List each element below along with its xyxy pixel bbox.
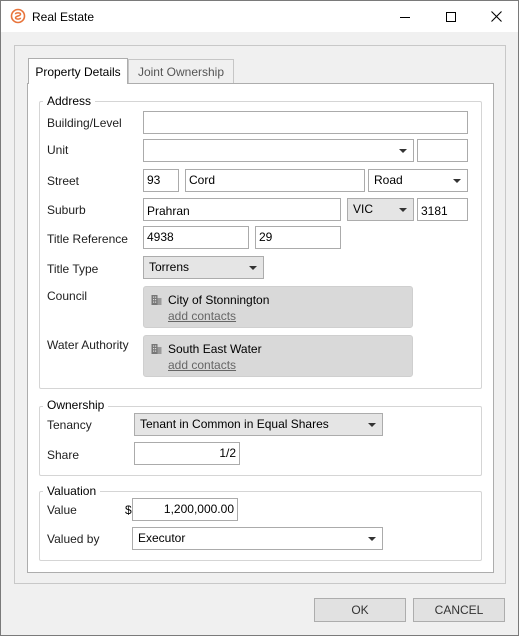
tenancy-value: Tenant in Common in Equal Shares (140, 417, 329, 431)
street-type-value: Road (374, 173, 403, 187)
unit-suffix-input[interactable] (417, 139, 468, 162)
title-folio-input[interactable]: 29 (255, 226, 341, 249)
title-volume-input[interactable]: 4938 (143, 226, 249, 249)
ownership-legend: Ownership (43, 398, 109, 412)
unit-select[interactable] (143, 139, 414, 162)
council-name: City of Stonnington (168, 293, 270, 307)
currency-symbol: $ (125, 503, 132, 517)
maximize-icon (446, 11, 456, 22)
title-type-value: Torrens (149, 260, 190, 274)
ok-button[interactable]: OK (314, 598, 406, 622)
building-icon (151, 295, 162, 305)
dialog-window: Real Estate Property Details Joint Owner… (0, 0, 519, 636)
water-add-contacts-link[interactable]: add contacts (168, 358, 236, 372)
building-icon (151, 344, 162, 354)
tab-joint-ownership[interactable]: Joint Ownership (128, 59, 234, 83)
tenancy-label: Tenancy (47, 418, 92, 432)
minimize-icon (400, 16, 410, 18)
street-name-input[interactable]: Cord (185, 169, 365, 192)
app-logo-icon (10, 8, 26, 24)
street-type-select[interactable]: Road (368, 169, 468, 192)
tenancy-select[interactable]: Tenant in Common in Equal Shares (134, 413, 383, 436)
share-label: Share (47, 448, 80, 462)
valued-by-label: Valued by (47, 532, 100, 546)
maximize-button[interactable] (428, 1, 474, 32)
chevron-down-icon (399, 208, 407, 212)
title-type-label: Title Type (47, 262, 99, 276)
chevron-down-icon (399, 149, 407, 153)
valuation-group (39, 491, 482, 561)
tab-property-details[interactable]: Property Details (28, 58, 128, 84)
chevron-down-icon (249, 266, 257, 270)
valuation-legend: Valuation (43, 484, 101, 498)
chevron-down-icon (453, 179, 461, 183)
chevron-down-icon (368, 423, 376, 427)
street-number-input[interactable]: 93 (143, 169, 179, 192)
building-label: Building/Level (47, 116, 122, 130)
title-type-select[interactable]: Torrens (143, 256, 264, 279)
value-label: Value (47, 503, 77, 517)
window-title: Real Estate (32, 10, 95, 24)
water-authority-name: South East Water (168, 342, 262, 356)
water-authority-label: Water Authority (47, 338, 129, 352)
title-reference-label: Title Reference (47, 232, 128, 246)
tab-panel: Address Building/Level Unit Street 93 Co… (27, 83, 494, 573)
valued-by-value: Executor (138, 531, 186, 545)
close-button[interactable] (473, 1, 519, 32)
suburb-label: Suburb (47, 203, 86, 217)
council-card[interactable]: City of Stonnington add contacts (143, 286, 413, 328)
cancel-button[interactable]: CANCEL (413, 598, 505, 622)
minimize-button[interactable] (382, 1, 428, 32)
postcode-input[interactable]: 3181 (417, 198, 468, 221)
unit-label: Unit (47, 143, 69, 157)
value-input[interactable]: 1,200,000.00 (132, 498, 238, 521)
address-legend: Address (43, 94, 96, 108)
chevron-down-icon (368, 537, 376, 541)
state-select[interactable]: VIC (347, 198, 414, 221)
close-icon (490, 11, 502, 22)
council-label: Council (47, 289, 88, 303)
suburb-input[interactable]: Prahran (143, 198, 341, 221)
share-input[interactable]: 1/2 (134, 442, 240, 465)
state-value: VIC (353, 202, 374, 216)
council-add-contacts-link[interactable]: add contacts (168, 309, 236, 323)
valued-by-select[interactable]: Executor (132, 527, 383, 550)
title-bar: Real Estate (1, 1, 518, 32)
water-authority-card[interactable]: South East Water add contacts (143, 335, 413, 377)
street-label: Street (47, 174, 80, 188)
building-input[interactable] (143, 111, 468, 134)
